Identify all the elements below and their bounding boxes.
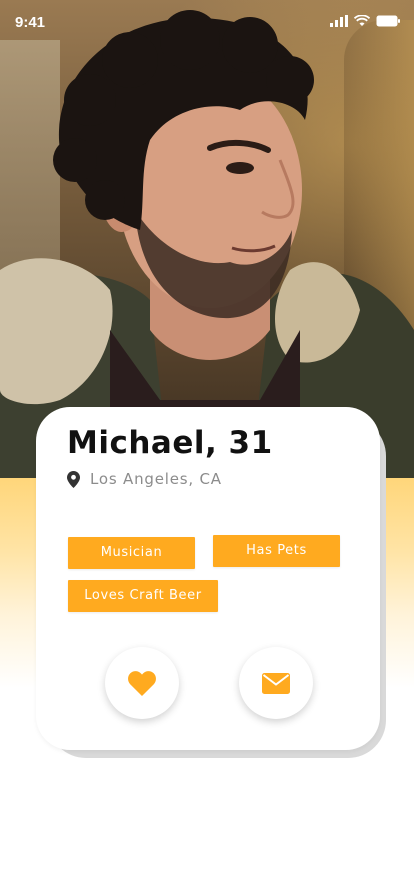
tag-loves-craft-beer[interactable]: Loves Craft Beer <box>68 580 218 612</box>
profile-screen: 9:41 Michael, 31 Los Angeles, CA Musicia… <box>0 0 414 896</box>
tag-musician[interactable]: Musician <box>68 537 195 569</box>
heart-icon <box>128 670 156 696</box>
status-icons <box>330 15 400 27</box>
wifi-icon <box>354 15 370 26</box>
like-button[interactable] <box>105 647 179 719</box>
tag-has-pets[interactable]: Has Pets <box>213 535 340 567</box>
status-time: 9:41 <box>15 14 46 31</box>
profile-name: Michael, 31 <box>67 425 273 461</box>
status-bar: 9:41 <box>0 0 414 44</box>
location-text: Los Angeles, CA <box>90 470 222 488</box>
profile-location: Los Angeles, CA <box>67 470 222 488</box>
location-pin-icon <box>67 470 80 488</box>
envelope-icon <box>262 672 290 694</box>
profile-card: Michael, 31 Los Angeles, CA Musician Has… <box>36 407 380 750</box>
battery-icon <box>376 15 400 27</box>
signal-icon <box>330 15 348 27</box>
message-button[interactable] <box>239 647 313 719</box>
